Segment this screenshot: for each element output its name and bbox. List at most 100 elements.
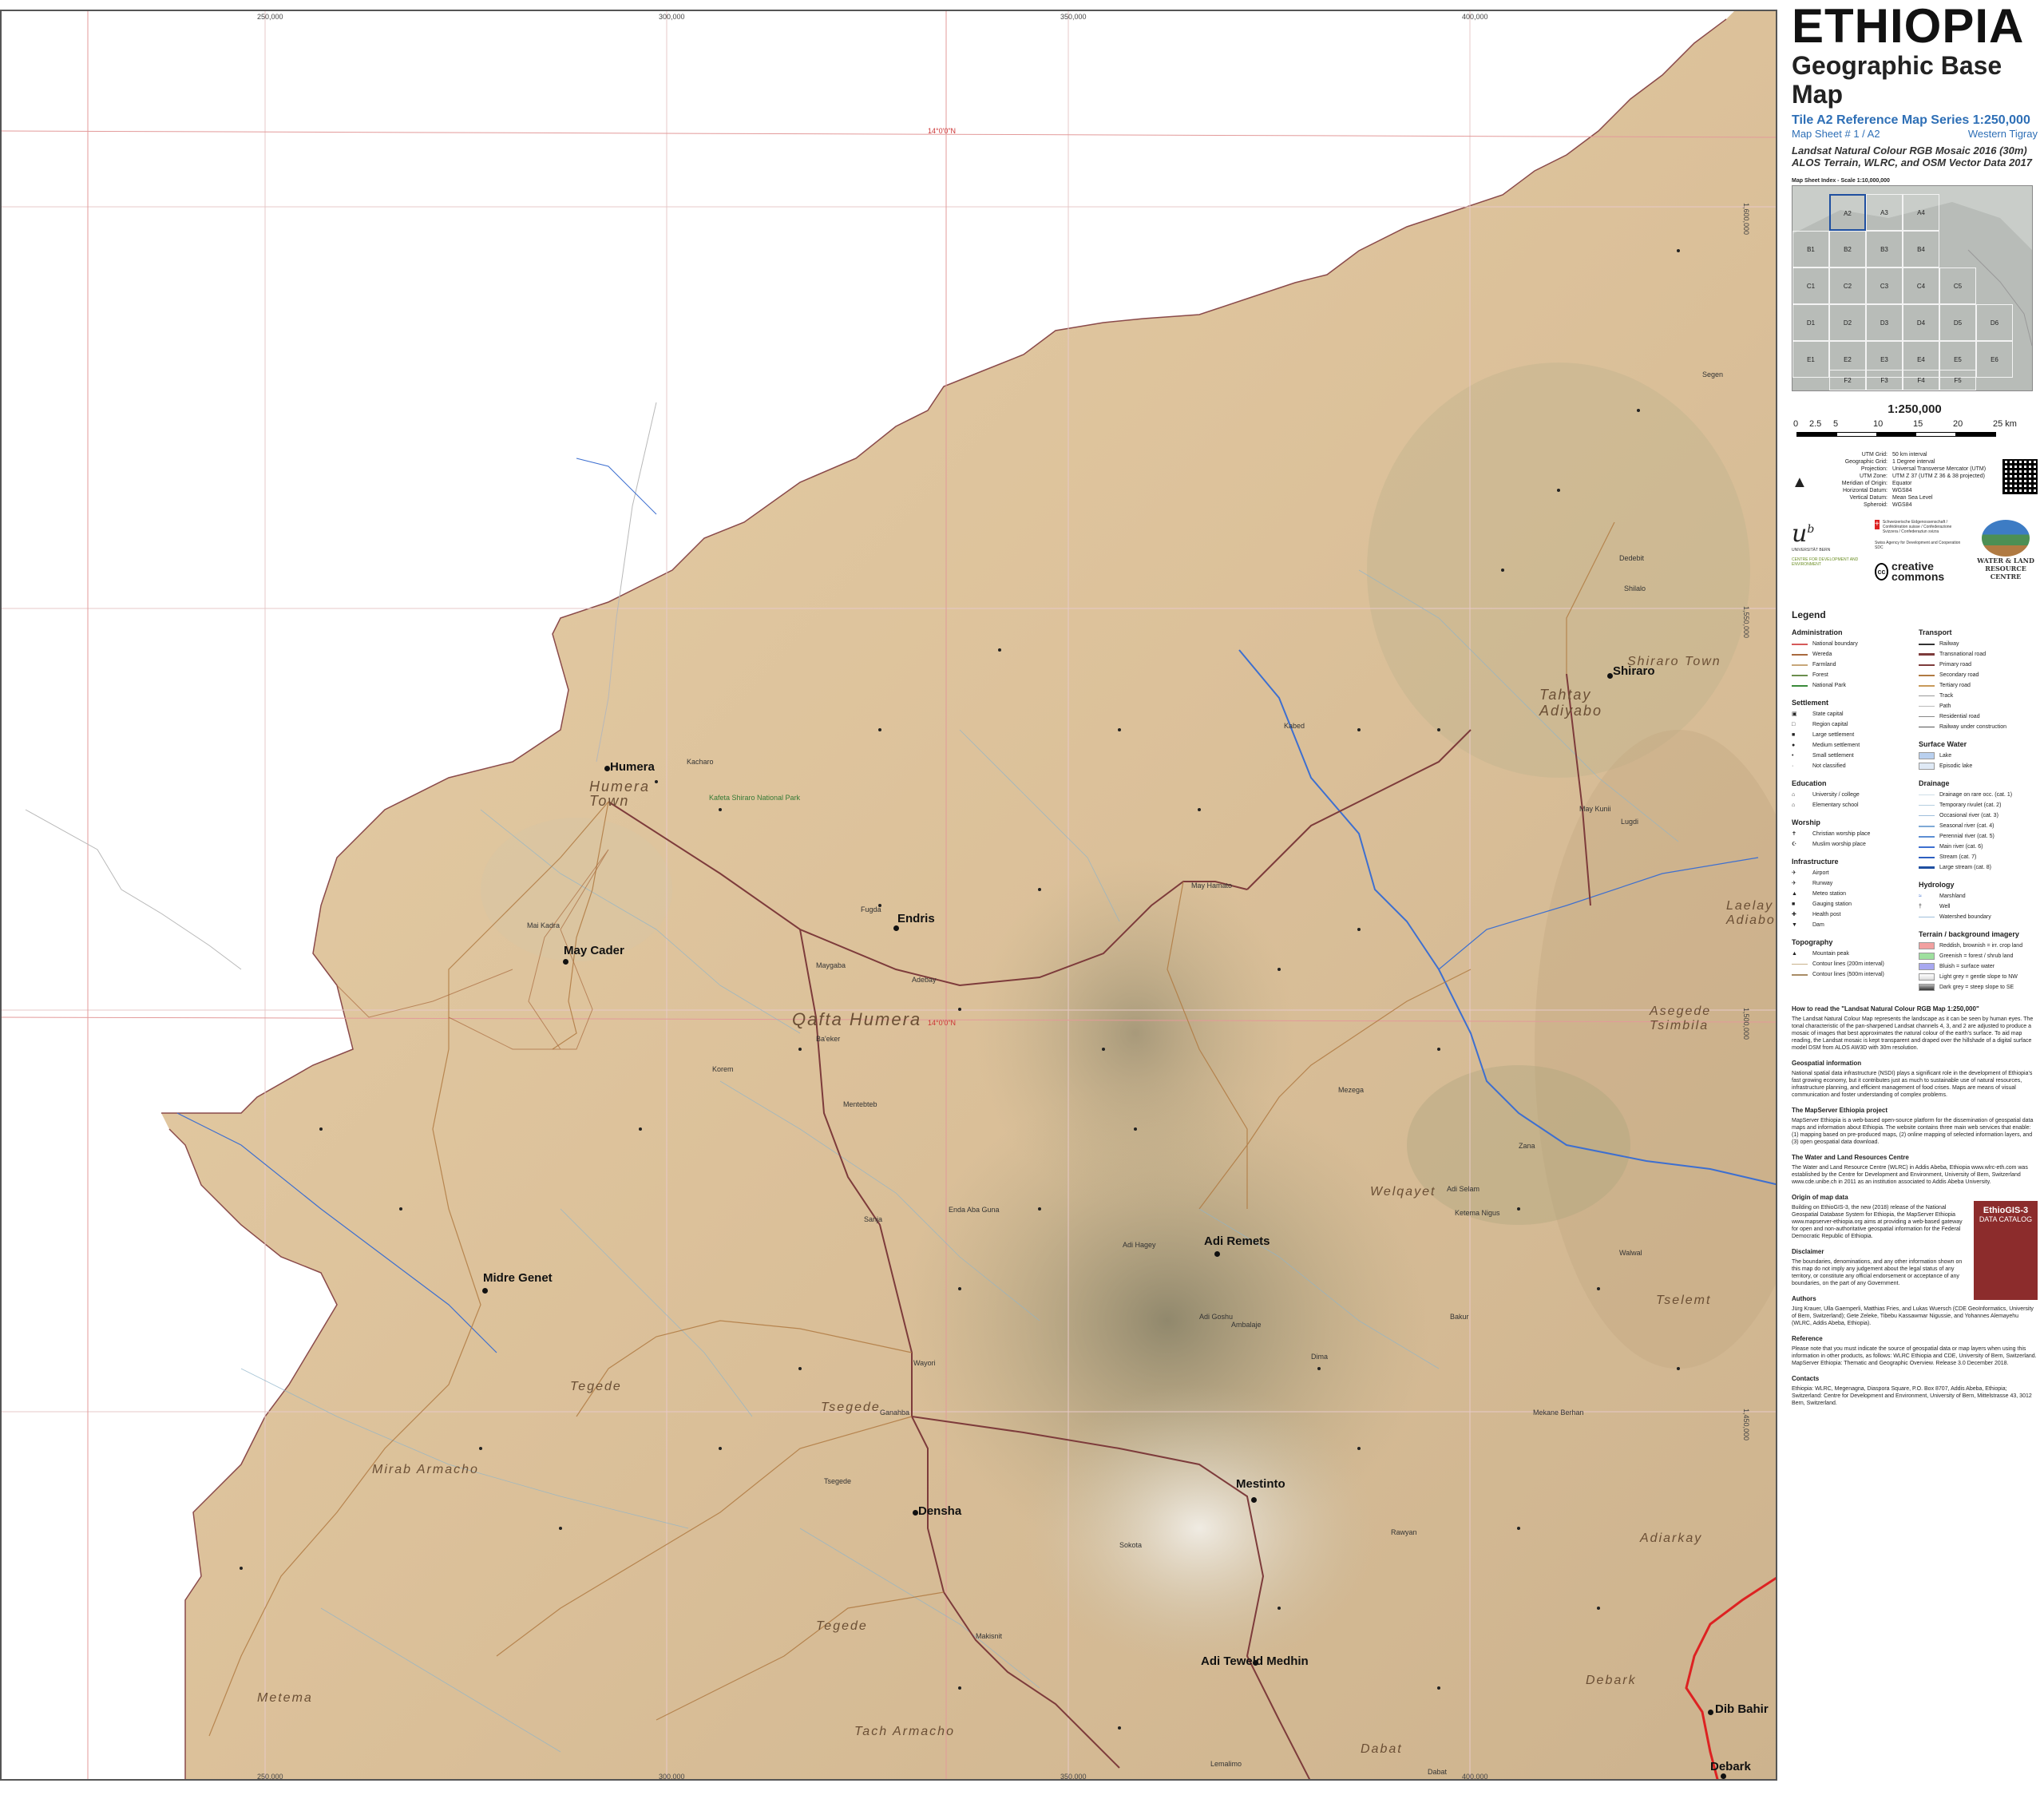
legend-head: Worship [1792, 818, 1820, 826]
region-welqayet: Welqayet [1370, 1185, 1436, 1199]
coord-top-1: 250,000 [257, 13, 283, 21]
region-tach-armacho: Tach Armacho [854, 1725, 955, 1738]
index-cell[interactable]: B2 [1829, 231, 1866, 267]
legend-item: Episodic lake [1939, 763, 1973, 769]
small-place: Mentebteb [843, 1100, 877, 1108]
place-mestinto[interactable]: Mestinto [1236, 1477, 1285, 1491]
small-place: Zana [1519, 1142, 1535, 1150]
index-cell[interactable]: C2 [1829, 267, 1866, 304]
index-cell[interactable]: D3 [1866, 304, 1903, 341]
legend-head: Drainage [1919, 779, 1950, 787]
index-cell[interactable]: A3 [1866, 194, 1903, 231]
legend-item: Perennial river (cat. 5) [1939, 834, 1994, 839]
source-line-2: ALOS Terrain, WLRC, and OSM Vector Data … [1792, 157, 2032, 168]
index-cell[interactable]: D2 [1829, 304, 1866, 341]
index-cell[interactable]: E1 [1792, 341, 1829, 378]
settlement-dot [913, 1510, 918, 1516]
index-cell[interactable]: A4 [1903, 194, 1939, 231]
settlement-dot [1214, 1251, 1220, 1257]
index-cell[interactable]: D1 [1792, 304, 1829, 341]
coord-top-3: 350,000 [1060, 13, 1087, 21]
place-dib-bahir[interactable]: Dib Bahir [1715, 1702, 1769, 1716]
small-place: Rawyan [1391, 1528, 1417, 1536]
index-cell[interactable]: F4 [1903, 370, 1939, 390]
scale-tick: 0 [1793, 419, 1799, 429]
sheet-number: Map Sheet # 1 / A2 [1792, 128, 1880, 140]
text-head: Geospatial information [1792, 1060, 1862, 1067]
place-midre-genet[interactable]: Midre Genet [483, 1271, 553, 1285]
dam-icon: ▼ [1792, 922, 1797, 928]
legend-item: Dark grey = steep slope to SE [1939, 985, 2014, 990]
small-place: Tsegede [824, 1477, 852, 1485]
index-cell[interactable]: B3 [1866, 231, 1903, 267]
place-may-cader[interactable]: May Cader [564, 944, 624, 957]
legend-item: Not classified [1812, 763, 1846, 769]
qr-code-icon[interactable] [2002, 459, 2038, 494]
legend-item: Residential road [1939, 714, 1980, 719]
small-place: Ketema Nigus [1455, 1209, 1500, 1217]
coord-right-3: 1,500,000 [1742, 1008, 1750, 1040]
small-place: Kafeta Shiraro National Park [709, 794, 801, 802]
small-place: Kabed [1284, 722, 1305, 730]
map-frame[interactable]: 250,000 300,000 350,000 400,000 14°0'0"N… [0, 10, 1777, 1781]
index-cell[interactable]: D6 [1976, 304, 2013, 341]
scale-tick: 25 km [1993, 419, 2017, 429]
index-cell[interactable]: E6 [1976, 341, 2013, 378]
small-place: Dedebit [1619, 554, 1645, 562]
region-humera-town: Humera Town [589, 779, 651, 809]
settlement-dot [1721, 1773, 1726, 1779]
scale-tick: 2.5 [1809, 419, 1822, 429]
small-place: Enda Aba Guna [949, 1206, 1000, 1214]
meta-val: WGS84 [1892, 488, 1912, 493]
place-densha[interactable]: Densha [918, 1504, 961, 1518]
legend-item: Transnational road [1939, 652, 1987, 657]
index-cell[interactable]: F2 [1829, 370, 1866, 390]
region-tegede-2: Tegede [816, 1619, 868, 1633]
catalog-cover[interactable]: EthioGIS-3 DATA CATALOG [1974, 1201, 2038, 1300]
index-cell[interactable]: B1 [1792, 231, 1829, 267]
source-line-1: Landsat Natural Colour RGB Mosaic 2016 (… [1792, 145, 2027, 157]
small-place: May Kunii [1579, 805, 1611, 813]
legend-item: Secondary road [1939, 672, 1979, 678]
runway-icon: ✈ [1792, 881, 1796, 886]
legend-item: Lake [1939, 753, 1952, 759]
map-sheet: 250,000 300,000 350,000 400,000 14°0'0"N… [0, 0, 2044, 1795]
place-endris[interactable]: Endris [897, 912, 935, 925]
index-cell[interactable]: D5 [1939, 304, 1976, 341]
legend: Administration National boundary Wereda … [1792, 620, 2038, 993]
coord-bottom-4: 400,000 [1462, 1773, 1488, 1781]
region-metema: Metema [257, 1691, 313, 1705]
unibe-text: UNIVERSITÄT BERN [1792, 548, 1831, 553]
sheet-region: Western Tigray [1967, 128, 2038, 140]
place-adi-remets[interactable]: Adi Remets [1204, 1234, 1270, 1248]
legend-item: National boundary [1812, 641, 1858, 647]
side-panel: ETHIOPIA Geographic Base Map Tile A2 Ref… [1785, 0, 2044, 1795]
scale-tick: 10 [1873, 419, 1884, 429]
meta-key: Geographic Grid: [1844, 459, 1888, 465]
small-place: Ganahba [880, 1409, 910, 1417]
index-cell[interactable]: C3 [1866, 267, 1903, 304]
legend-item: Forest [1812, 672, 1828, 678]
legend-item: Gauging station [1812, 901, 1852, 907]
index-map[interactable]: A2 A3 A4 B1 B2 B3 B4 C1 C2 C3 C4 C5 D1 D… [1792, 185, 2033, 391]
index-cell[interactable]: D4 [1903, 304, 1939, 341]
place-humera[interactable]: Humera [610, 760, 655, 774]
index-cell[interactable]: C1 [1792, 267, 1829, 304]
place-adi-teweld-medhin[interactable]: Adi Teweld Medhin [1201, 1654, 1309, 1668]
place-debark[interactable]: Debark [1710, 1760, 1751, 1773]
index-cell[interactable]: F3 [1866, 370, 1903, 390]
region-tegede-1: Tegede [570, 1380, 622, 1393]
small-place: Kacharo [687, 758, 714, 766]
small-place: May Hamato [1191, 882, 1233, 890]
index-cell-a2[interactable]: A2 [1829, 194, 1866, 231]
small-place: Walwal [1619, 1249, 1642, 1257]
settlement-dot [563, 959, 568, 965]
scale-bar: 0 2.5 5 10 15 20 25 km [1792, 419, 2038, 440]
index-cell[interactable]: C5 [1939, 267, 1976, 304]
legend-item: Meteo station [1812, 891, 1847, 897]
legend-head: Terrain / background imagery [1919, 930, 2019, 938]
index-map-label: Map Sheet Index - Scale 1:10,000,000 [1792, 178, 1890, 184]
index-cell[interactable]: B4 [1903, 231, 1939, 267]
index-cell[interactable]: F5 [1939, 370, 1976, 390]
index-cell[interactable]: C4 [1903, 267, 1939, 304]
